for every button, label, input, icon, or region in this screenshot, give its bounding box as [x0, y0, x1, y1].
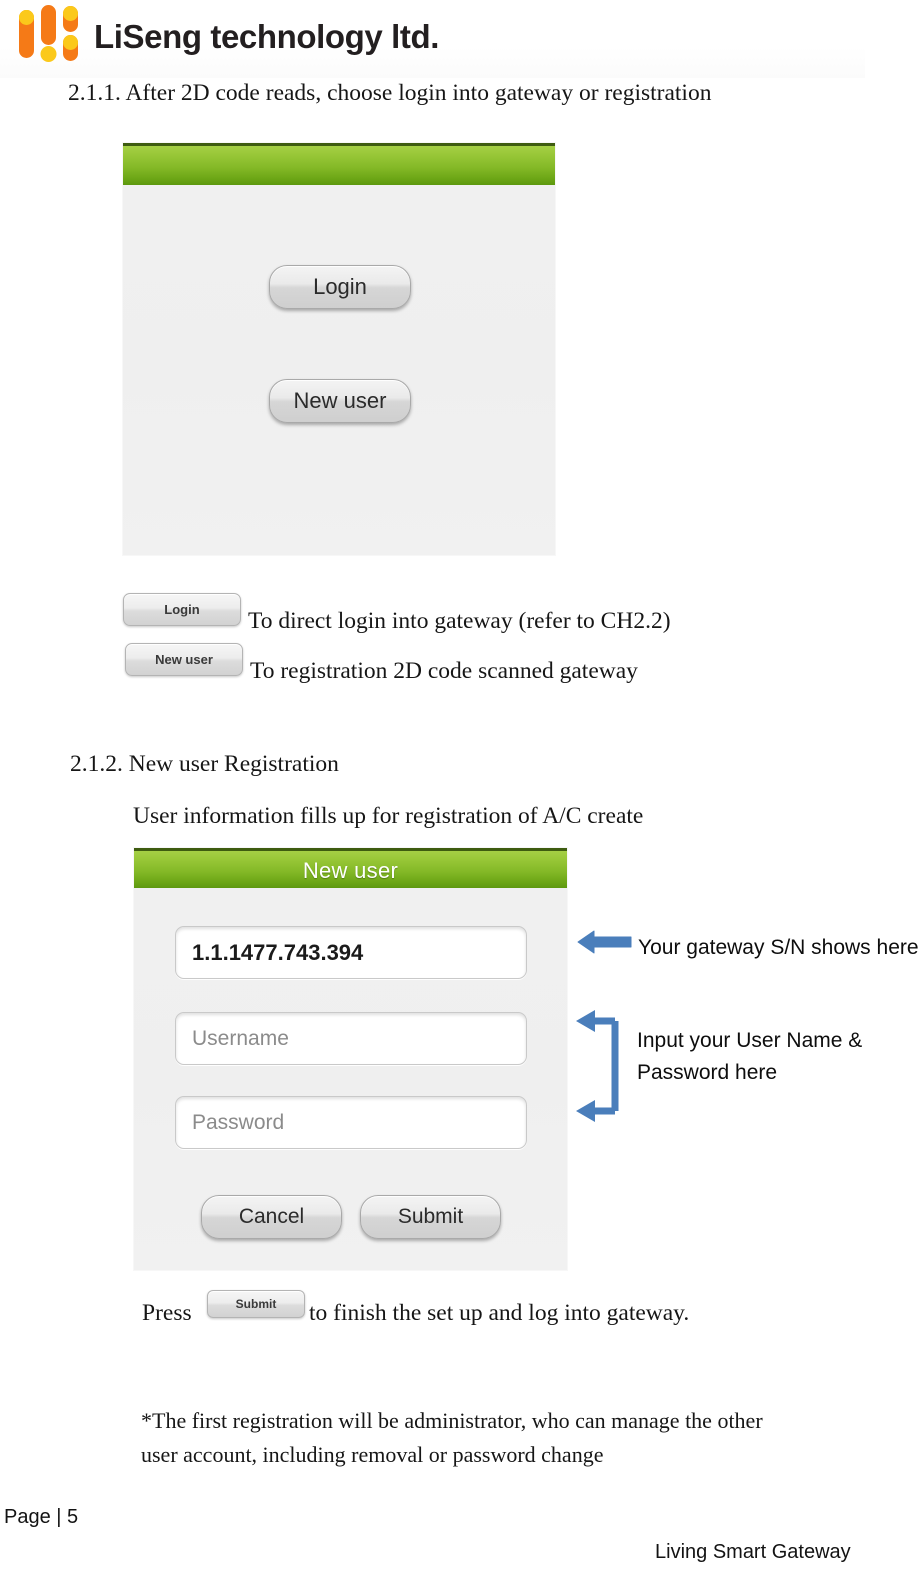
page-number: Page | 5 — [4, 1506, 79, 1528]
cancel-button[interactable]: Cancel — [201, 1195, 342, 1239]
heading-2-1-2: 2.1.2. New user Registration — [70, 751, 339, 777]
legend-login-button-image: Login — [123, 593, 241, 626]
serial-annotation-arrow-icon — [576, 930, 632, 963]
login-button[interactable]: Login — [269, 265, 411, 309]
screenshot-new-user: New user 1.1.1477.743.394 Username Passw… — [134, 848, 567, 1270]
footer-product-name: Living Smart Gateway — [655, 1541, 851, 1563]
legend-new-user-button-image: New user — [125, 643, 243, 676]
credentials-annotation-line1: Input your User Name & — [637, 1029, 863, 1052]
new-user-button[interactable]: New user — [269, 379, 411, 423]
liseng-logo-icon — [17, 4, 83, 66]
password-placeholder: Password — [192, 1110, 285, 1134]
heading-2-1-1: 2.1.1. After 2D code reads, choose login… — [68, 80, 712, 106]
serial-number-value: 1.1.1477.743.394 — [192, 939, 364, 965]
login-screen-titlebar — [123, 143, 555, 185]
page-header-band: LiSeng technology ltd. — [0, 0, 865, 78]
subtext-2-1-2: User information fills up for registrati… — [133, 803, 644, 829]
serial-annotation-text: Your gateway S/N shows here — [638, 936, 919, 959]
legend-login-description: To direct login into gateway (refer to C… — [248, 608, 671, 634]
screenshot-login: Login New user — [123, 143, 555, 555]
new-user-screen-titlebar: New user — [134, 848, 567, 888]
login-screen-body: Login New user — [123, 185, 555, 555]
brand-name: LiSeng technology ltd. — [94, 18, 440, 55]
press-line-suffix: to finish the set up and log into gatewa… — [309, 1300, 690, 1326]
footnote-line1: *The first registration will be administ… — [141, 1408, 763, 1433]
press-line-submit-button-image: Submit — [207, 1290, 305, 1318]
credentials-annotation-line2: Password here — [637, 1061, 778, 1084]
username-placeholder: Username — [192, 1026, 289, 1050]
username-input[interactable]: Username — [175, 1012, 527, 1065]
footnote-line2: user account, including removal or passw… — [141, 1442, 604, 1467]
press-line-prefix: Press — [142, 1300, 192, 1326]
new-user-screen-body: 1.1.1477.743.394 Username Password Cance… — [134, 888, 567, 1270]
new-user-screen-title: New user — [302, 858, 399, 883]
legend-new-user-description: To registration 2D code scanned gateway — [250, 658, 638, 684]
password-input[interactable]: Password — [175, 1096, 527, 1149]
credentials-annotation-bracket-arrow-icon — [573, 1005, 629, 1132]
serial-number-field[interactable]: 1.1.1477.743.394 — [175, 926, 527, 979]
submit-button[interactable]: Submit — [360, 1195, 501, 1239]
